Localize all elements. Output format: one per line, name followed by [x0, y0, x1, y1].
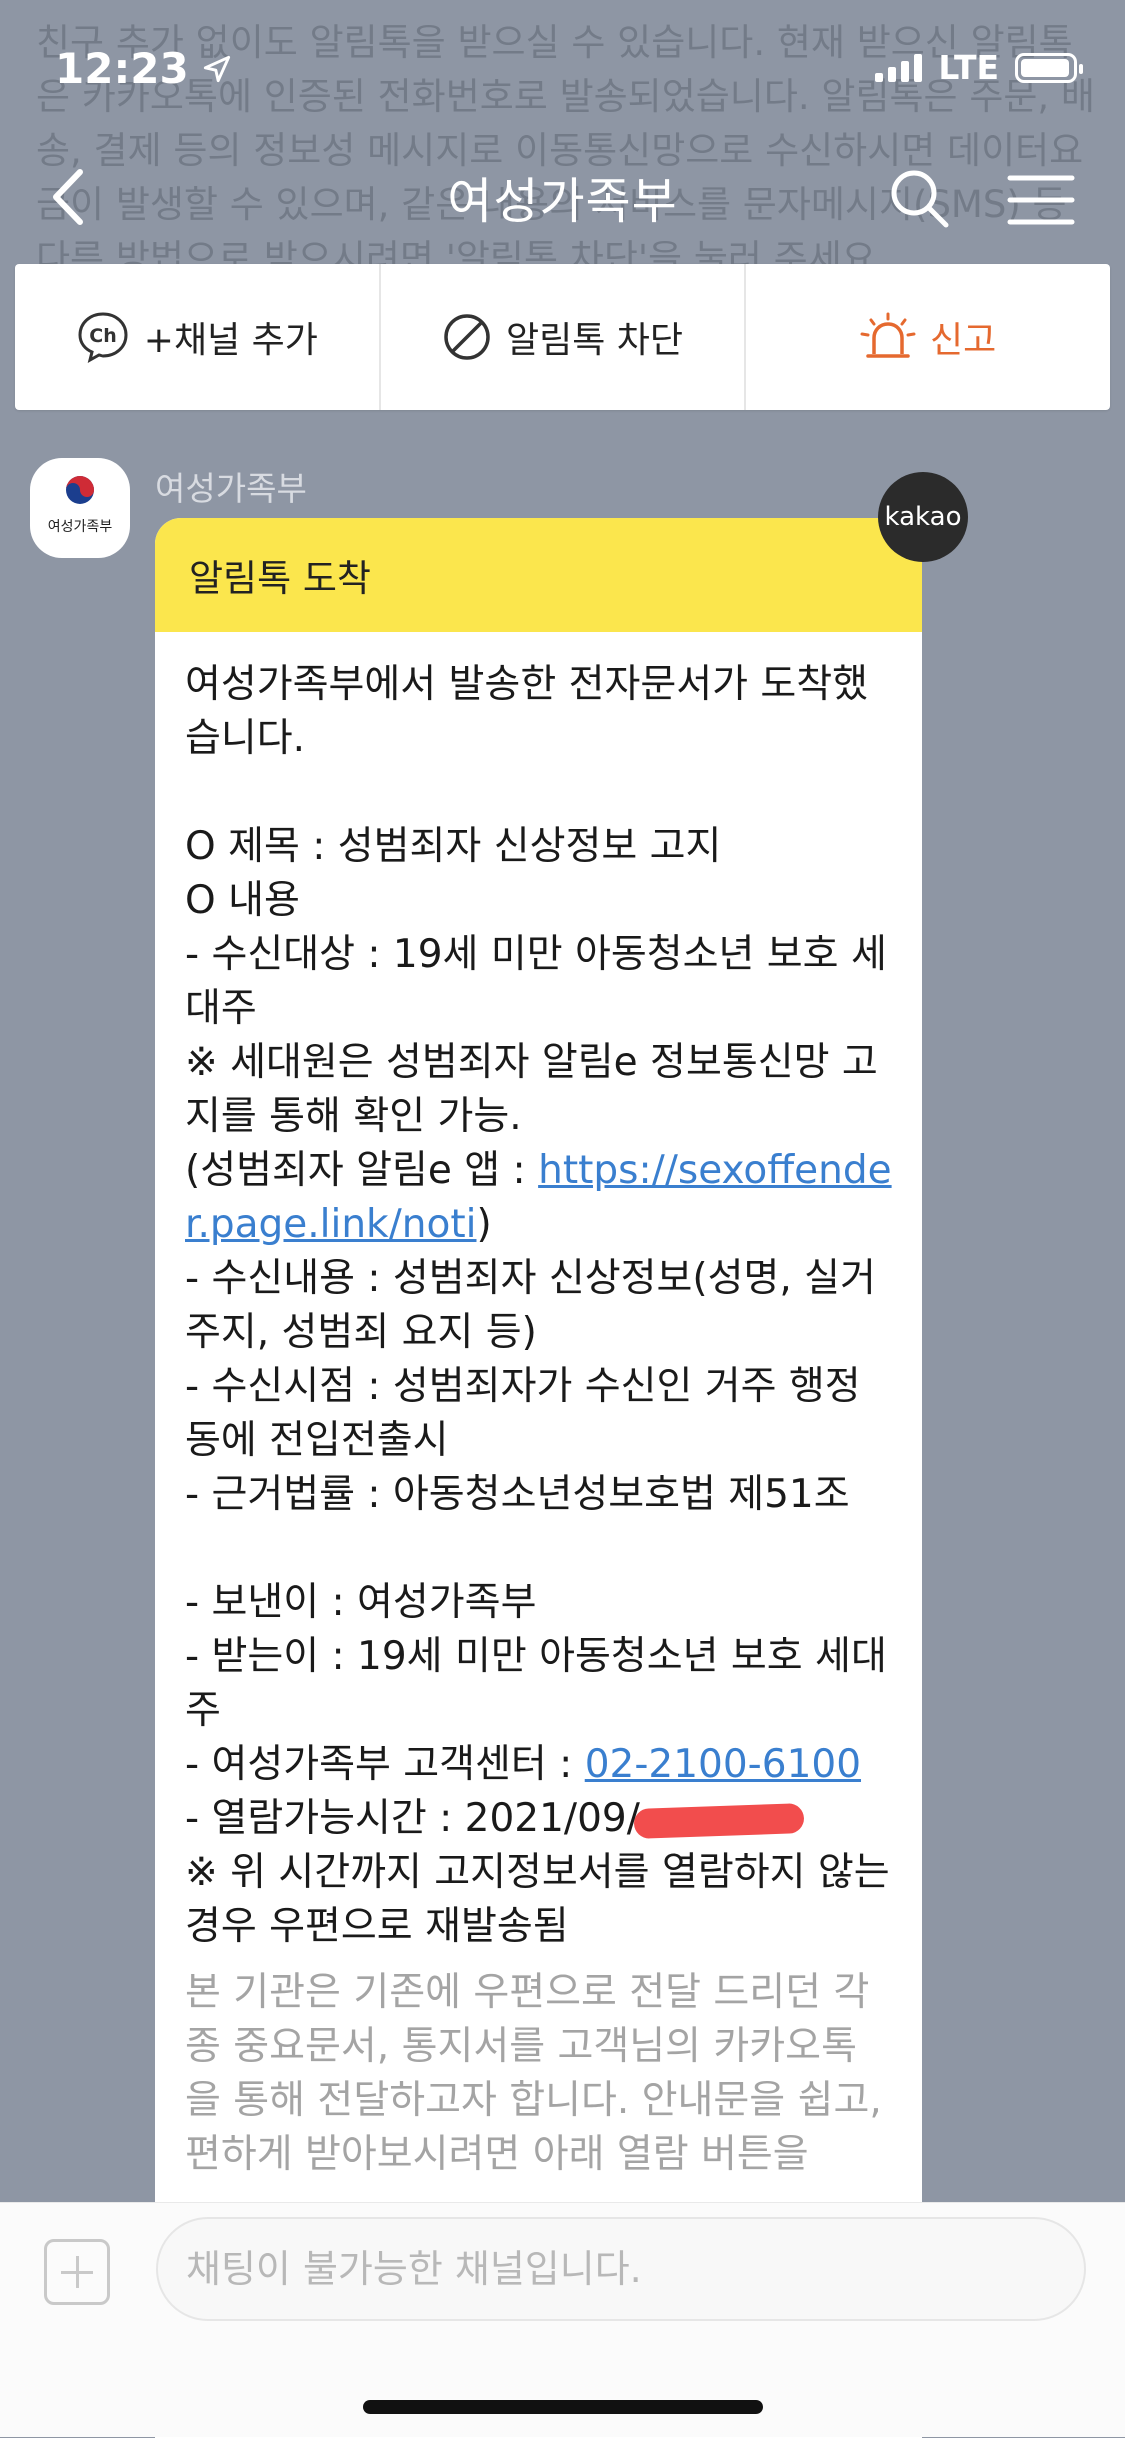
kakao-badge: kakao	[878, 472, 968, 562]
message-footer-text: 본 기관은 기존에 우편으로 전달 드리던 각종 중요문서, 통지서를 고객님의…	[185, 1970, 882, 2177]
message-line: - 보낸이 : 여성가족부	[185, 1580, 537, 1625]
message-bubble: 알림톡 도착 여성가족부에서 발송한 전자문서가 도착했습니다. O 제목 : …	[155, 518, 922, 2438]
battery-icon	[1015, 52, 1083, 83]
message-line: - 수신시점 : 성범죄자가 수신인 거주 행정동에 전입전출시	[185, 1364, 861, 1463]
time-label: - 열람가능시간 : 2021/09/	[185, 1796, 640, 1841]
chat-input[interactable]	[156, 2217, 1086, 2321]
government-emblem-icon	[66, 476, 94, 504]
app-label: (성범죄자 알림e 앱 :	[185, 1148, 539, 1193]
channel-action-bar: Ch +채널 추가 알림톡 차단 신고	[15, 264, 1110, 410]
network-type: LTE	[938, 48, 999, 87]
add-channel-label: +채널 추가	[143, 320, 318, 361]
message-line: - 수신대상 : 19세 미만 아동청소년 보호 세대주	[185, 932, 887, 1031]
message-line: ※ 세대원은 성범죄자 알림e 정보통신망 고지를 통해 확인 가능.	[185, 1040, 878, 1139]
message-line: ※ 위 시간까지 고지정보서를 열람하지 않는 경우 우편으로 재발송됨	[185, 1850, 890, 1949]
report-label: 신고	[930, 320, 997, 361]
phone-label: - 여성가족부 고객센터 :	[185, 1742, 585, 1787]
block-alimtalk-label: 알림톡 차단	[505, 320, 684, 361]
menu-icon[interactable]	[1006, 172, 1076, 228]
status-indicators: LTE	[875, 48, 1083, 87]
plus-icon[interactable]	[44, 2239, 110, 2305]
avatar[interactable]: 여성가족부	[30, 458, 130, 558]
report-button[interactable]: 신고	[744, 264, 1110, 410]
message-line: - 받는이 : 19세 미만 아동청소년 보호 세대주	[185, 1634, 887, 1733]
channel-icon: Ch	[78, 312, 128, 363]
block-icon	[444, 314, 490, 360]
status-time-text: 12:23	[55, 44, 189, 93]
location-arrow-icon	[203, 55, 230, 82]
search-icon[interactable]	[886, 163, 954, 233]
message-line: - 근거법률 : 아동청소년성보호법 제51조	[185, 1472, 850, 1517]
channel-icon-label: Ch	[89, 325, 116, 347]
phone-link[interactable]: 02-2100-6100	[585, 1742, 861, 1787]
message-line	[185, 1522, 892, 1576]
message-line: 여성가족부에서 발송한 전자문서가 도착했습니다.	[185, 662, 869, 761]
home-indicator[interactable]	[363, 2400, 763, 2414]
page-title: 여성가족부	[447, 173, 678, 230]
sender-name: 여성가족부	[155, 469, 307, 508]
app-paren: )	[476, 1202, 492, 1247]
message-line: O 내용	[185, 878, 300, 923]
message-line: - 수신내용 : 성범죄자 신상정보(성명, 실거주지, 성범죄 요지 등)	[185, 1256, 876, 1355]
avatar-label: 여성가족부	[47, 519, 113, 535]
message-line: O 제목 : 성범죄자 신상정보 고지	[185, 824, 722, 869]
redaction-mark	[633, 1802, 805, 1839]
block-alimtalk-button[interactable]: 알림톡 차단	[378, 264, 745, 410]
message-line-time: - 열람가능시간 : 2021/09/	[185, 1792, 892, 1846]
add-channel-button[interactable]: Ch +채널 추가	[15, 264, 379, 410]
message-line-app: (성범죄자 알림e 앱 : https://sexoffender.page.l…	[185, 1144, 892, 1252]
status-time: 12:23	[55, 44, 231, 93]
message-line	[185, 766, 892, 820]
message-header: 알림톡 도착	[155, 518, 922, 632]
signal-icon	[875, 53, 923, 82]
message-body: 여성가족부에서 발송한 전자문서가 도착했습니다. O 제목 : 성범죄자 신상…	[155, 632, 922, 2182]
siren-icon	[860, 312, 916, 358]
message-line-phone: - 여성가족부 고객센터 : 02-2100-6100	[185, 1738, 892, 1792]
